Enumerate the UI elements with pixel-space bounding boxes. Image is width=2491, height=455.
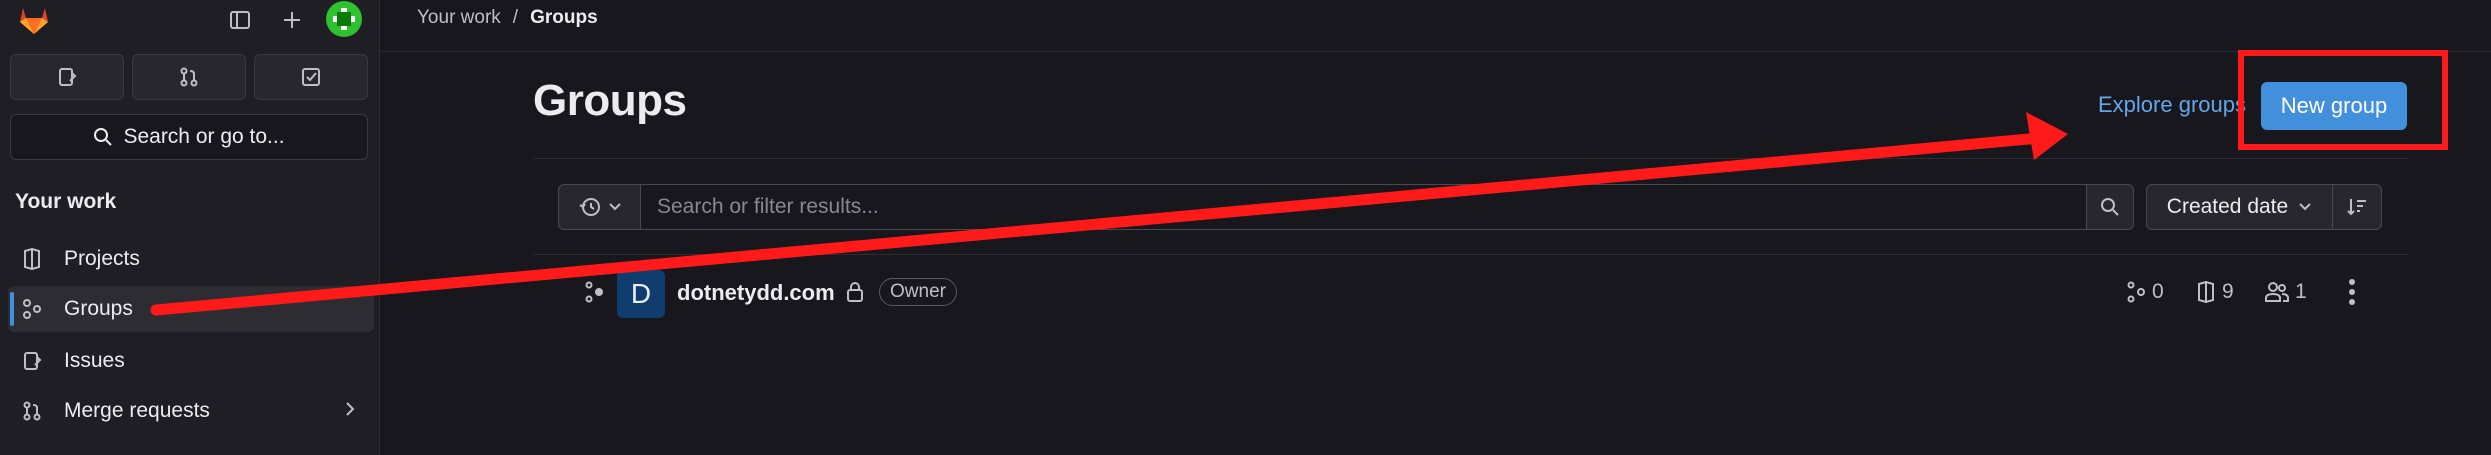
sidebar-item-projects[interactable]: Projects: [8, 236, 374, 282]
list-item[interactable]: D dotnetydd.com Owner 0 9 1: [533, 268, 2409, 318]
breadcrumb-groups[interactable]: Groups: [530, 7, 598, 29]
users-icon: [2265, 282, 2289, 302]
header-divider: [533, 158, 2409, 159]
history-icon: [578, 198, 600, 216]
filter-search-input[interactable]: Search or filter results...: [641, 184, 2087, 230]
subgroup-icon: [583, 280, 605, 309]
sidebar-toggle-icon[interactable]: [222, 2, 258, 38]
sidebar-item-label: Merge requests: [64, 399, 210, 422]
search-or-go-to-label: Search or go to...: [123, 125, 285, 148]
sort-direction-button[interactable]: [2333, 185, 2381, 229]
filter-bar: Search or filter results...: [558, 184, 2134, 230]
search-icon: [2101, 198, 2119, 216]
role-badge: Owner: [879, 278, 957, 306]
search-or-go-to-button[interactable]: Search or go to...: [10, 114, 368, 160]
issues-icon: [20, 349, 44, 373]
project-icon: [2198, 281, 2214, 303]
sidebar-item-merge-requests[interactable]: Merge requests: [8, 388, 374, 434]
your-work-heading: Your work: [15, 190, 117, 213]
merge-requests-shortcut-button[interactable]: [132, 54, 246, 100]
sidebar-item-label: Issues: [64, 349, 125, 372]
breadcrumb-separator: /: [512, 7, 519, 28]
sort-label: Created date: [2166, 195, 2289, 218]
explore-groups-link[interactable]: Explore groups: [2098, 92, 2246, 118]
group-name-link[interactable]: dotnetydd.com: [677, 280, 835, 306]
subgroup-icon: [2127, 281, 2145, 303]
chevron-right-icon: [344, 399, 356, 423]
members-count: 1: [2265, 280, 2307, 304]
sidebar-item-label: Groups: [64, 297, 133, 320]
chevron-down-icon: [2299, 203, 2311, 211]
todo-shortcut-button[interactable]: [254, 54, 368, 100]
issues-shortcut-button[interactable]: [10, 54, 124, 100]
sidebar: Search or go to... Your work Projects Gr…: [0, 0, 380, 455]
lock-icon: [845, 281, 865, 308]
sidebar-item-issues[interactable]: Issues: [8, 338, 374, 384]
sort-lowest-icon: [2347, 199, 2366, 216]
sidebar-item-groups[interactable]: Groups: [8, 286, 374, 332]
recent-searches-button[interactable]: [558, 184, 641, 230]
page-title: Groups: [533, 76, 687, 125]
group-icon: [20, 297, 44, 321]
project-icon: [20, 247, 44, 271]
list-divider: [533, 254, 2409, 255]
breadcrumb-your-work[interactable]: Your work: [417, 7, 501, 29]
sidebar-item-label: Projects: [64, 247, 140, 270]
chevron-down-icon: [608, 203, 621, 211]
group-avatar[interactable]: D: [617, 270, 665, 318]
subgroups-count: 0: [2126, 280, 2164, 304]
projects-count: 9: [2196, 280, 2234, 304]
todo-icon: [302, 68, 320, 86]
plus-icon[interactable]: [274, 2, 310, 38]
members-count-value: 1: [2295, 280, 2307, 303]
highlight-box-annotation: [2238, 50, 2448, 150]
sort-dropdown[interactable]: Created date: [2147, 185, 2333, 229]
search-icon: [94, 128, 113, 146]
filter-search-button[interactable]: [2087, 184, 2134, 230]
merge-request-icon: [20, 399, 44, 423]
top-bar: Your work / Groups: [381, 0, 2491, 52]
gitlab-logo-icon[interactable]: [14, 0, 54, 36]
issues-icon: [59, 68, 77, 86]
breadcrumb: Your work / Groups: [417, 7, 598, 29]
user-avatar[interactable]: [326, 1, 362, 37]
subgroups-count-value: 0: [2152, 280, 2164, 303]
sort-control: Created date: [2146, 184, 2382, 230]
merge-request-icon: [180, 67, 198, 87]
projects-count-value: 9: [2222, 280, 2234, 303]
more-actions-icon[interactable]: [2348, 278, 2356, 311]
